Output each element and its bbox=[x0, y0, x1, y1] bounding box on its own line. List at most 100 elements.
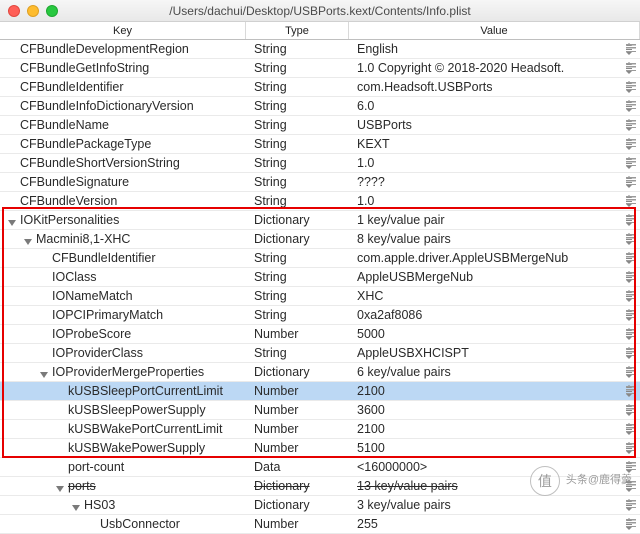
table-row[interactable]: UsbConnectorNumber255 bbox=[0, 515, 640, 534]
cell-key[interactable]: IONameMatch bbox=[0, 289, 246, 303]
cell-type[interactable]: String bbox=[246, 289, 349, 303]
disclosure-triangle-icon[interactable] bbox=[40, 367, 50, 377]
header-value[interactable]: Value bbox=[349, 22, 640, 39]
cell-key[interactable]: IOProviderClass bbox=[0, 346, 246, 360]
cell-value[interactable]: 255 bbox=[349, 517, 640, 531]
table-row[interactable]: kUSBSleepPowerSupplyNumber3600 bbox=[0, 401, 640, 420]
cell-value[interactable]: <16000000> bbox=[349, 460, 640, 474]
cell-key[interactable]: HS03 bbox=[0, 498, 246, 512]
cell-type[interactable]: String bbox=[246, 156, 349, 170]
table-row[interactable]: IOKitPersonalitiesDictionary1 key/value … bbox=[0, 211, 640, 230]
row-menu-icon[interactable] bbox=[626, 348, 636, 358]
cell-type[interactable]: String bbox=[246, 42, 349, 56]
row-menu-icon[interactable] bbox=[626, 443, 636, 453]
cell-type[interactable]: String bbox=[246, 175, 349, 189]
row-menu-icon[interactable] bbox=[626, 177, 636, 187]
cell-type[interactable]: String bbox=[246, 80, 349, 94]
table-row[interactable]: kUSBWakePowerSupplyNumber5100 bbox=[0, 439, 640, 458]
cell-type[interactable]: String bbox=[246, 61, 349, 75]
cell-key[interactable]: Macmini8,1-XHC bbox=[0, 232, 246, 246]
row-menu-icon[interactable] bbox=[626, 272, 636, 282]
cell-type[interactable]: String bbox=[246, 346, 349, 360]
table-row[interactable]: CFBundlePackageTypeStringKEXT bbox=[0, 135, 640, 154]
row-menu-icon[interactable] bbox=[626, 424, 636, 434]
cell-value[interactable]: com.Headsoft.USBPorts bbox=[349, 80, 640, 94]
cell-type[interactable]: String bbox=[246, 251, 349, 265]
row-menu-icon[interactable] bbox=[626, 101, 636, 111]
row-menu-icon[interactable] bbox=[626, 158, 636, 168]
cell-type[interactable]: Number bbox=[246, 384, 349, 398]
cell-value[interactable]: 1.0 Copyright © 2018-2020 Headsoft. bbox=[349, 61, 640, 75]
cell-type[interactable]: String bbox=[246, 99, 349, 113]
row-menu-icon[interactable] bbox=[626, 63, 636, 73]
table-row[interactable]: CFBundleGetInfoStringString1.0 Copyright… bbox=[0, 59, 640, 78]
cell-value[interactable]: 5000 bbox=[349, 327, 640, 341]
row-menu-icon[interactable] bbox=[626, 329, 636, 339]
table-row[interactable]: CFBundleSignatureString???? bbox=[0, 173, 640, 192]
cell-value[interactable]: 3600 bbox=[349, 403, 640, 417]
cell-value[interactable]: AppleUSBMergeNub bbox=[349, 270, 640, 284]
cell-key[interactable]: port-count bbox=[0, 460, 246, 474]
disclosure-triangle-icon[interactable] bbox=[24, 234, 34, 244]
row-menu-icon[interactable] bbox=[626, 462, 636, 472]
cell-key[interactable]: kUSBWakePortCurrentLimit bbox=[0, 422, 246, 436]
cell-key[interactable]: UsbConnector bbox=[0, 517, 246, 531]
cell-key[interactable]: CFBundleIdentifier bbox=[0, 80, 246, 94]
cell-value[interactable]: 8 key/value pairs bbox=[349, 232, 640, 246]
cell-type[interactable]: String bbox=[246, 137, 349, 151]
cell-key[interactable]: IOClass bbox=[0, 270, 246, 284]
cell-value[interactable]: 0xa2af8086 bbox=[349, 308, 640, 322]
table-row[interactable]: CFBundleDevelopmentRegionStringEnglish bbox=[0, 40, 640, 59]
cell-value[interactable]: 2100 bbox=[349, 422, 640, 436]
row-menu-icon[interactable] bbox=[626, 82, 636, 92]
row-menu-icon[interactable] bbox=[626, 310, 636, 320]
cell-type[interactable]: Dictionary bbox=[246, 232, 349, 246]
table-row[interactable]: IOProbeScoreNumber5000 bbox=[0, 325, 640, 344]
table-row[interactable]: IOProviderClassStringAppleUSBXHCISPT bbox=[0, 344, 640, 363]
table-row[interactable]: CFBundleIdentifierStringcom.apple.driver… bbox=[0, 249, 640, 268]
cell-type[interactable]: String bbox=[246, 308, 349, 322]
table-row[interactable]: CFBundleInfoDictionaryVersionString6.0 bbox=[0, 97, 640, 116]
cell-type[interactable]: Data bbox=[246, 460, 349, 474]
row-menu-icon[interactable] bbox=[626, 253, 636, 263]
table-row[interactable]: CFBundleIdentifierStringcom.Headsoft.USB… bbox=[0, 78, 640, 97]
row-menu-icon[interactable] bbox=[626, 120, 636, 130]
cell-key[interactable]: CFBundleGetInfoString bbox=[0, 61, 246, 75]
cell-value[interactable]: 1.0 bbox=[349, 194, 640, 208]
table-row[interactable]: IONameMatchStringXHC bbox=[0, 287, 640, 306]
row-menu-icon[interactable] bbox=[626, 481, 636, 491]
cell-value[interactable]: 6 key/value pairs bbox=[349, 365, 640, 379]
disclosure-triangle-icon[interactable] bbox=[56, 481, 66, 491]
table-row[interactable]: CFBundleShortVersionStringString1.0 bbox=[0, 154, 640, 173]
row-menu-icon[interactable] bbox=[626, 139, 636, 149]
cell-key[interactable]: kUSBSleepPowerSupply bbox=[0, 403, 246, 417]
cell-value[interactable]: KEXT bbox=[349, 137, 640, 151]
cell-type[interactable]: Dictionary bbox=[246, 213, 349, 227]
cell-type[interactable]: Number bbox=[246, 422, 349, 436]
row-menu-icon[interactable] bbox=[626, 367, 636, 377]
cell-type[interactable]: Dictionary bbox=[246, 498, 349, 512]
cell-type[interactable]: String bbox=[246, 194, 349, 208]
cell-type[interactable]: Number bbox=[246, 403, 349, 417]
table-row[interactable]: HS03Dictionary3 key/value pairs bbox=[0, 496, 640, 515]
table-row[interactable]: IOPCIPrimaryMatchString0xa2af8086 bbox=[0, 306, 640, 325]
cell-value[interactable]: 1.0 bbox=[349, 156, 640, 170]
cell-type[interactable]: Number bbox=[246, 517, 349, 531]
table-row[interactable]: port-countData<16000000> bbox=[0, 458, 640, 477]
row-menu-icon[interactable] bbox=[626, 196, 636, 206]
cell-type[interactable]: Dictionary bbox=[246, 479, 349, 493]
table-row[interactable]: CFBundleNameStringUSBPorts bbox=[0, 116, 640, 135]
cell-key[interactable]: ports bbox=[0, 479, 246, 493]
cell-type[interactable]: Number bbox=[246, 441, 349, 455]
cell-type[interactable]: Dictionary bbox=[246, 365, 349, 379]
cell-value[interactable]: 3 key/value pairs bbox=[349, 498, 640, 512]
table-row[interactable]: IOClassStringAppleUSBMergeNub bbox=[0, 268, 640, 287]
disclosure-triangle-icon[interactable] bbox=[8, 215, 18, 225]
cell-value[interactable]: AppleUSBXHCISPT bbox=[349, 346, 640, 360]
cell-value[interactable]: ???? bbox=[349, 175, 640, 189]
table-row[interactable]: IOProviderMergePropertiesDictionary6 key… bbox=[0, 363, 640, 382]
cell-value[interactable]: 13 key/value pairs bbox=[349, 479, 640, 493]
cell-key[interactable]: CFBundleName bbox=[0, 118, 246, 132]
cell-key[interactable]: CFBundleIdentifier bbox=[0, 251, 246, 265]
cell-value[interactable]: 6.0 bbox=[349, 99, 640, 113]
